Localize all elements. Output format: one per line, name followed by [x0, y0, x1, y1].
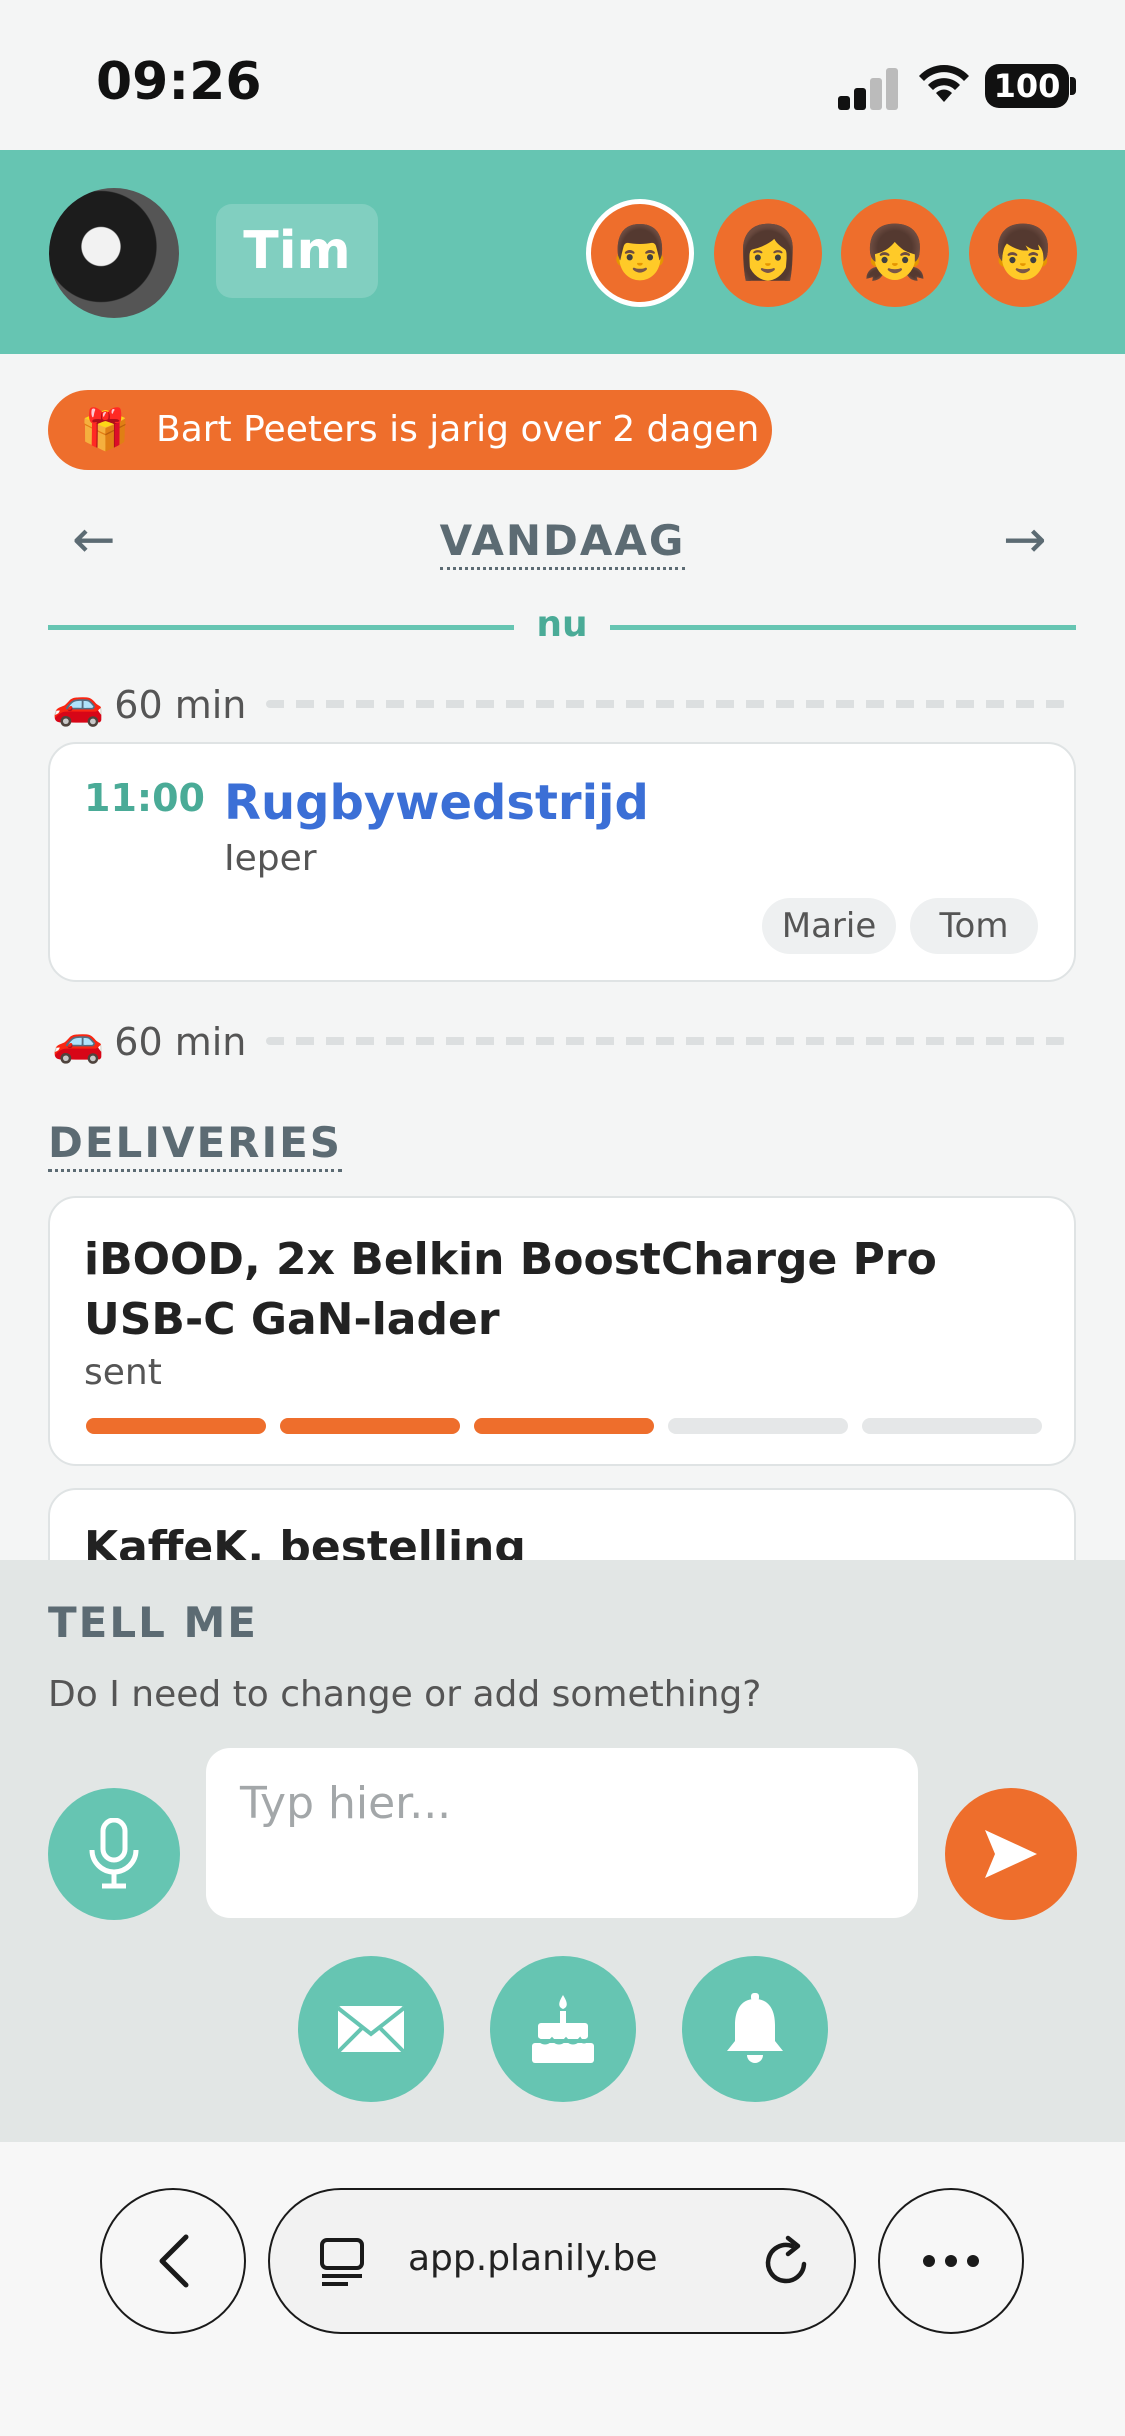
more-icon: [923, 2255, 979, 2267]
travel-time-2: 🚗 60 min: [52, 1011, 246, 1071]
birthday-text: Bart Peeters is jarig over 2 dagen: [156, 409, 760, 450]
reload-icon[interactable]: [762, 2234, 814, 2288]
battery-nub: [1070, 77, 1076, 95]
bell-icon: [727, 1993, 783, 2063]
progress-segment: [668, 1418, 848, 1434]
send-icon: [985, 1830, 1037, 1878]
travel-duration: 60 min: [114, 683, 247, 727]
event-location: Ieper: [224, 838, 317, 879]
signal-icon: [838, 66, 898, 110]
birthday-banner[interactable]: 🎁 Bart Peeters is jarig over 2 dagen: [48, 390, 772, 470]
browser-more-button[interactable]: [878, 2188, 1024, 2334]
status-time: 09:26: [96, 52, 262, 112]
microphone-button[interactable]: [48, 1788, 180, 1920]
participant-tag: Tom: [910, 898, 1038, 954]
car-icon: 🚗: [52, 679, 105, 728]
now-label: nu: [536, 604, 588, 645]
event-title[interactable]: Rugbywedstrijd: [224, 775, 649, 831]
deliveries-heading-label: DELIVERIES: [48, 1118, 343, 1172]
travel-dashes-1: [266, 700, 1066, 708]
participant-tag: Marie: [762, 898, 896, 954]
progress-segment: [86, 1418, 266, 1434]
tell-me-title: TELL ME: [48, 1598, 258, 1647]
travel-time-1: 🚗 60 min: [52, 674, 246, 734]
message-input[interactable]: [206, 1748, 918, 1918]
mail-icon: [336, 2006, 406, 2054]
progress-segment: [862, 1418, 1042, 1434]
tell-me-subtitle: Do I need to change or add something?: [48, 1674, 762, 1715]
wifi-icon: [919, 65, 969, 102]
member-avatar-1[interactable]: 👨: [586, 199, 694, 307]
progress-segment: [280, 1418, 460, 1434]
member-avatar-4[interactable]: 👦: [969, 199, 1077, 307]
birthday-button[interactable]: [490, 1956, 636, 2102]
delivery-title: iBOOD, 2x Belkin BoostCharge Pro USB-C G…: [84, 1234, 937, 1345]
battery-icon: 100: [985, 64, 1069, 108]
deliveries-heading[interactable]: DELIVERIES: [48, 1118, 343, 1172]
date-title-label: VANDAAG: [439, 516, 686, 570]
user-name-chip[interactable]: Tim: [216, 204, 378, 298]
chevron-left-icon: [159, 2234, 189, 2288]
car-icon: 🚗: [52, 1016, 105, 1065]
date-title[interactable]: VANDAAG: [300, 516, 825, 570]
progress-segment: [474, 1418, 654, 1434]
reminder-button[interactable]: [682, 1956, 828, 2102]
user-avatar[interactable]: [49, 188, 179, 318]
mail-button[interactable]: [298, 1956, 444, 2102]
tabs-icon[interactable]: [318, 2236, 366, 2288]
travel-duration: 60 min: [114, 1020, 247, 1064]
microphone-icon: [89, 1818, 139, 1889]
prev-day-button[interactable]: ←: [72, 512, 116, 568]
delivery-status: sent: [84, 1352, 162, 1393]
cake-icon: [532, 1995, 594, 2063]
now-line-right: [610, 625, 1076, 630]
event-time: 11:00: [84, 776, 205, 820]
travel-dashes-2: [266, 1037, 1066, 1045]
now-line-left: [48, 625, 514, 630]
next-day-button[interactable]: →: [1003, 512, 1047, 568]
member-avatar-3[interactable]: 👧: [841, 199, 949, 307]
browser-back-button[interactable]: [100, 2188, 246, 2334]
send-button[interactable]: [945, 1788, 1077, 1920]
gift-icon: 🎁: [80, 407, 130, 453]
member-avatar-2[interactable]: 👩: [714, 199, 822, 307]
url-text[interactable]: app.planily.be: [408, 2238, 658, 2279]
